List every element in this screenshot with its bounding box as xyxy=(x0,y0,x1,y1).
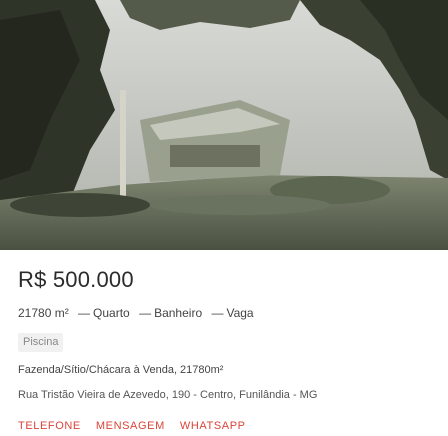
listing-price: R$ 500.000 xyxy=(18,267,134,292)
spec-separator: — xyxy=(139,306,152,320)
whatsapp-button[interactable]: WHATSAPP xyxy=(180,420,246,432)
rooms-value: Quarto xyxy=(93,306,130,320)
listing-card[interactable]: R$ 500.000 21780 m² — Quarto — Banheiro — V… xyxy=(0,0,448,436)
area-value: 21780 m² xyxy=(18,306,69,320)
spec-separator: — xyxy=(211,306,224,320)
listing-specs: 21780 m² — Quarto — Banheiro — Vaga xyxy=(18,306,254,320)
phone-button[interactable]: TELEFONE xyxy=(18,420,81,432)
listing-photo[interactable] xyxy=(0,0,448,250)
listing-title[interactable]: Fazenda/Sítio/Chácara à Venda, 21780m² xyxy=(18,364,223,376)
listing-address: Rua Tristão Vieira de Azevedo, 190 - Cen… xyxy=(18,389,318,401)
spec-separator: — xyxy=(78,306,91,320)
contact-actions: TELEFONE MENSAGEM WHATSAPP xyxy=(18,420,246,432)
message-button[interactable]: MENSAGEM xyxy=(96,420,165,432)
parking-value: Vaga xyxy=(226,306,254,320)
feature-tag: Piscina xyxy=(18,333,64,352)
bathrooms-value: Banheiro xyxy=(154,306,203,320)
